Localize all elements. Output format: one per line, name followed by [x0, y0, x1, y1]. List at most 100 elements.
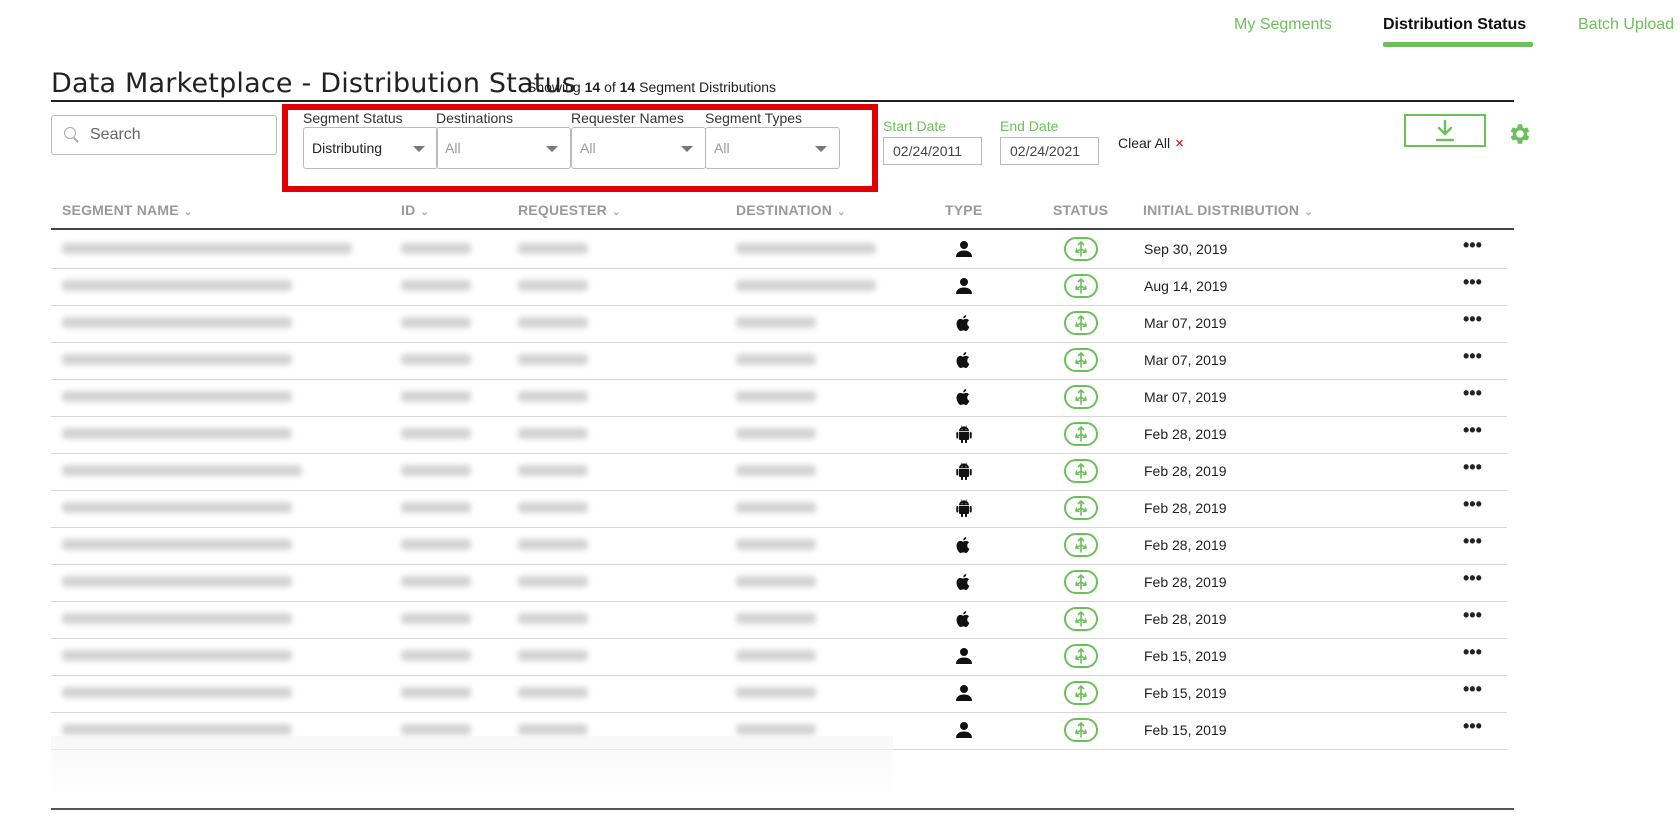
id-cell	[401, 391, 471, 402]
table-row[interactable]: Mar 07, 2019 •••	[51, 341, 1515, 380]
requester-cell	[518, 428, 588, 439]
requester-cell	[518, 243, 588, 254]
segment-types-select[interactable]: All	[705, 127, 840, 169]
id-cell	[401, 243, 471, 254]
table-row[interactable]: Feb 28, 2019 •••	[51, 563, 1515, 602]
col-requester[interactable]: REQUESTER ⌄	[518, 202, 621, 218]
more-options-button[interactable]: •••	[1463, 532, 1482, 550]
segment-status-select[interactable]: Distributing	[303, 127, 438, 169]
table-row[interactable]: Feb 28, 2019 •••	[51, 526, 1515, 565]
active-tab-indicator	[1383, 42, 1533, 47]
more-options-button[interactable]: •••	[1463, 643, 1482, 661]
col-initial-distribution[interactable]: INITIAL DISTRIBUTION ⌄	[1143, 202, 1313, 218]
destinations-label: Destinations	[436, 110, 514, 126]
more-options-button[interactable]: •••	[1463, 421, 1482, 439]
tab-my-segments[interactable]: My Segments	[1234, 16, 1332, 34]
tab-distribution-status[interactable]: Distribution Status	[1383, 16, 1526, 34]
gear-icon[interactable]	[1506, 121, 1532, 147]
destination-cell	[736, 613, 816, 624]
start-date-input[interactable]: 02/24/2011	[883, 137, 982, 165]
more-options-button[interactable]: •••	[1463, 495, 1482, 513]
end-date-input[interactable]: 02/24/2021	[1000, 137, 1099, 165]
chevron-down-icon	[413, 146, 425, 152]
more-options-button[interactable]: •••	[1463, 680, 1482, 698]
more-options-button[interactable]: •••	[1463, 569, 1482, 587]
requester-names-select[interactable]: All	[571, 127, 706, 169]
segment-name-cell	[62, 613, 292, 624]
more-options-button[interactable]: •••	[1463, 384, 1482, 402]
table-row[interactable]: Mar 07, 2019 •••	[51, 378, 1515, 417]
top-nav: My Segments Distribution Status Batch Up…	[0, 14, 1680, 48]
col-status: STATUS	[1053, 202, 1109, 218]
requester-names-value: All	[580, 140, 596, 156]
clear-all-button[interactable]: Clear All ×	[1118, 135, 1184, 152]
destinations-select[interactable]: All	[436, 127, 571, 169]
destination-cell	[736, 724, 816, 735]
destination-cell	[736, 687, 816, 698]
table-row[interactable]: Feb 28, 2019 •••	[51, 452, 1515, 491]
initial-distribution-cell: Feb 15, 2019	[1144, 685, 1227, 701]
download-button[interactable]	[1404, 114, 1486, 147]
table-row[interactable]: Feb 28, 2019 •••	[51, 600, 1515, 639]
distributing-status-icon	[1064, 385, 1098, 409]
initial-distribution-cell: Feb 15, 2019	[1144, 648, 1227, 664]
more-options-button[interactable]: •••	[1463, 347, 1482, 365]
col-segment-name[interactable]: SEGMENT NAME ⌄	[62, 202, 192, 218]
search-box[interactable]	[51, 115, 277, 155]
destination-cell	[736, 243, 876, 254]
initial-distribution-cell: Feb 15, 2019	[1144, 722, 1227, 738]
person-icon	[955, 277, 973, 295]
destination-cell	[736, 576, 816, 587]
more-options-button[interactable]: •••	[1463, 310, 1482, 328]
segment-status-value: Distributing	[312, 140, 383, 156]
segment-name-cell	[62, 687, 292, 698]
initial-distribution-cell: Mar 07, 2019	[1144, 352, 1227, 368]
distributing-status-icon	[1064, 459, 1098, 483]
requester-cell	[518, 502, 588, 513]
table-bottom-divider	[51, 808, 1514, 810]
requester-cell	[518, 354, 588, 365]
table-row[interactable]: Sep 30, 2019 •••	[51, 230, 1515, 269]
table-row[interactable]: Feb 15, 2019 •••	[51, 674, 1515, 713]
distributing-status-icon	[1064, 237, 1098, 261]
initial-distribution-cell: Aug 14, 2019	[1144, 278, 1228, 294]
col-id[interactable]: ID ⌄	[401, 202, 429, 218]
more-options-button[interactable]: •••	[1463, 717, 1482, 735]
initial-distribution-cell: Mar 07, 2019	[1144, 389, 1227, 405]
requester-names-filter: Requester Names All	[571, 110, 706, 169]
showing-count: 14	[584, 79, 601, 95]
distributing-status-icon	[1064, 348, 1098, 372]
destination-cell	[736, 539, 816, 550]
destination-cell	[736, 502, 816, 513]
requester-cell	[518, 280, 588, 291]
person-icon	[955, 647, 973, 665]
distributing-status-icon	[1064, 644, 1098, 668]
segment-name-cell	[62, 280, 292, 291]
table-row[interactable]: Mar 07, 2019 •••	[51, 304, 1515, 343]
table-row[interactable]: Feb 28, 2019 •••	[51, 489, 1515, 528]
more-options-button[interactable]: •••	[1463, 458, 1482, 476]
segment-name-cell	[62, 724, 292, 735]
col-requester-label: REQUESTER	[518, 202, 607, 218]
initial-distribution-cell: Feb 28, 2019	[1144, 574, 1227, 590]
destination-cell	[736, 650, 816, 661]
id-cell	[401, 576, 471, 587]
start-date-label: Start Date	[883, 118, 947, 134]
distributing-status-icon	[1064, 496, 1098, 520]
end-date-filter: End Date 02/24/2021	[1000, 118, 1099, 165]
chevron-down-icon: ⌄	[611, 207, 621, 218]
id-cell	[401, 465, 471, 476]
col-destination[interactable]: DESTINATION ⌄	[736, 202, 846, 218]
table-row[interactable]: Aug 14, 2019 •••	[51, 267, 1515, 306]
id-cell	[401, 724, 471, 735]
more-options-button[interactable]: •••	[1463, 606, 1482, 624]
more-options-button[interactable]: •••	[1463, 236, 1482, 254]
initial-distribution-cell: Feb 28, 2019	[1144, 537, 1227, 553]
results-count: Showing 14 of 14 Segment Distributions	[527, 79, 776, 95]
search-input[interactable]	[90, 126, 270, 144]
table-row[interactable]: Feb 28, 2019 •••	[51, 415, 1515, 454]
table-row[interactable]: Feb 15, 2019 •••	[51, 637, 1515, 676]
destination-cell	[736, 354, 816, 365]
tab-batch-upload[interactable]: Batch Upload	[1578, 16, 1674, 34]
more-options-button[interactable]: •••	[1463, 273, 1482, 291]
